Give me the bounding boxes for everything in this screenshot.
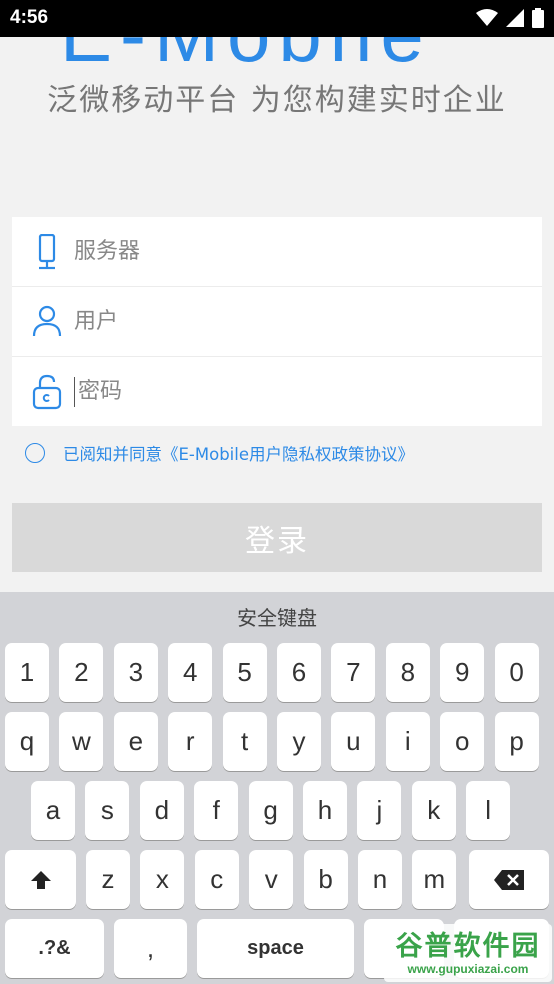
status-time: 4:56: [10, 7, 49, 28]
key-z[interactable]: z: [86, 850, 130, 909]
brand-logo: E-Mobile: [60, 37, 432, 80]
shift-icon: [30, 870, 51, 889]
key-o[interactable]: o: [440, 712, 485, 771]
password-field: [12, 357, 542, 426]
watermark-url: www.gupuxiazai.com: [407, 962, 529, 976]
key-f[interactable]: f: [194, 781, 239, 840]
wifi-icon: [476, 9, 498, 26]
key-s[interactable]: s: [85, 781, 130, 840]
key-7[interactable]: 7: [331, 643, 376, 702]
key-t[interactable]: t: [222, 712, 267, 771]
agreement-row[interactable]: 已阅知并同意《E-Mobile用户隐私权政策协议》: [25, 441, 414, 465]
key-q[interactable]: q: [5, 712, 49, 771]
server-field: [12, 217, 542, 287]
key-8[interactable]: 8: [385, 643, 430, 702]
key-u[interactable]: u: [331, 712, 376, 771]
password-input[interactable]: [78, 371, 518, 411]
key-j[interactable]: j: [357, 781, 402, 840]
delete-key[interactable]: [469, 850, 549, 909]
key-m[interactable]: m: [412, 850, 457, 909]
tagline: 泛微移动平台 为您构建实时企业: [47, 83, 507, 118]
agreement-link[interactable]: 已阅知并同意《E-Mobile用户隐私权政策协议》: [63, 441, 414, 465]
space-key[interactable]: space: [197, 919, 354, 978]
key-v[interactable]: v: [249, 850, 294, 909]
logo-area: E-Mobile 泛微移动平台 为您构建实时企业: [0, 37, 554, 207]
key-i[interactable]: i: [385, 712, 430, 771]
key-0[interactable]: 0: [494, 643, 539, 702]
key-4[interactable]: 4: [168, 643, 213, 702]
key-d[interactable]: d: [139, 781, 184, 840]
login-form: [12, 217, 542, 426]
key-c[interactable]: c: [194, 850, 239, 909]
key-x[interactable]: x: [140, 850, 185, 909]
user-field: [12, 287, 542, 357]
watermark-logo: 谷普软件园 www.gupuxiazai.com: [384, 924, 552, 982]
key-a[interactable]: a: [31, 781, 75, 840]
signal-icon: [506, 9, 524, 27]
key-l[interactable]: l: [466, 781, 511, 840]
comma-key[interactable]: ,: [114, 919, 187, 978]
status-bar: 4:56: [0, 0, 554, 37]
battery-icon: [532, 8, 544, 28]
key-5[interactable]: 5: [222, 643, 267, 702]
user-icon: [32, 305, 62, 337]
key-y[interactable]: y: [277, 712, 321, 771]
key-w[interactable]: w: [59, 712, 104, 771]
server-input[interactable]: [74, 231, 514, 271]
keyboard-title: 安全键盘: [237, 606, 317, 630]
status-icons: [476, 8, 544, 28]
text-cursor: [74, 377, 75, 407]
shift-key[interactable]: [5, 850, 76, 909]
phone-icon: [38, 234, 56, 270]
key-6[interactable]: 6: [277, 643, 321, 702]
symbols-key[interactable]: .?&: [5, 919, 104, 978]
backspace-icon: [494, 869, 524, 890]
key-b[interactable]: b: [303, 850, 348, 909]
agreement-radio[interactable]: [25, 443, 45, 463]
lock-icon: [32, 374, 62, 410]
key-n[interactable]: n: [358, 850, 402, 909]
key-3[interactable]: 3: [113, 643, 158, 702]
key-2[interactable]: 2: [59, 643, 104, 702]
key-g[interactable]: g: [248, 781, 293, 840]
key-e[interactable]: e: [113, 712, 158, 771]
key-k[interactable]: k: [411, 781, 456, 840]
login-button[interactable]: 登录: [12, 503, 542, 572]
watermark-title: 谷普软件园: [395, 931, 541, 962]
key-9[interactable]: 9: [440, 643, 485, 702]
key-h[interactable]: h: [303, 781, 347, 840]
key-1[interactable]: 1: [5, 643, 49, 702]
key-r[interactable]: r: [168, 712, 213, 771]
user-input[interactable]: [74, 301, 514, 341]
key-p[interactable]: p: [494, 712, 539, 771]
